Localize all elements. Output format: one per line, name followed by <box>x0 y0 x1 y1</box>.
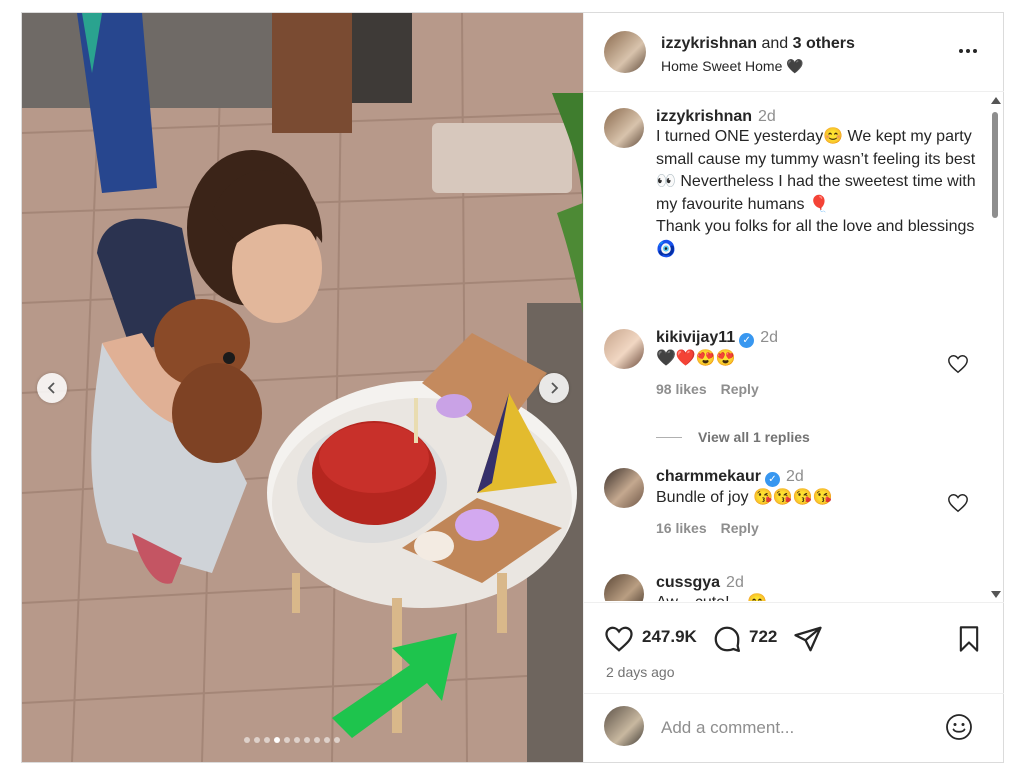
carousel-next-button[interactable] <box>539 373 569 403</box>
post-header: izzykrishnan and 3 others Home Sweet Hom… <box>584 13 1004 92</box>
caption-avatar[interactable] <box>604 108 644 148</box>
carousel-dot <box>284 737 290 743</box>
add-comment-bar <box>584 693 1004 762</box>
comment-time[interactable]: 2d <box>786 468 804 485</box>
replies-divider <box>656 436 682 438</box>
current-user-avatar <box>604 706 644 746</box>
share-icon[interactable] <box>793 624 823 654</box>
verified-icon: ✓ <box>739 333 755 348</box>
post-modal: izzykrishnan and 3 others Home Sweet Hom… <box>21 12 1004 763</box>
more-options-icon[interactable] <box>956 41 980 61</box>
reply-button[interactable]: Reply <box>721 520 759 536</box>
comment-text: 🖤❤️😍😍 <box>656 350 736 367</box>
carousel-dot <box>274 737 280 743</box>
comment-text: Bundle of joy 😘😘😘😘 <box>656 489 833 506</box>
reply-button[interactable]: Reply <box>721 381 759 397</box>
photo-illustration <box>22 13 583 762</box>
like-count[interactable]: 247.9K <box>642 627 697 647</box>
carousel-dot <box>264 737 270 743</box>
author-info: izzykrishnan and 3 others Home Sweet Hom… <box>661 33 855 77</box>
carousel-previous-button[interactable] <box>37 373 67 403</box>
scroll-thumb[interactable] <box>992 112 998 218</box>
commenter-avatar[interactable] <box>604 468 644 508</box>
comment-time[interactable]: 2d <box>760 329 778 346</box>
carousel-dot <box>304 737 310 743</box>
carousel-dot <box>314 737 320 743</box>
comment-username[interactable]: cussgya <box>656 574 720 591</box>
chevron-left-icon <box>47 382 55 394</box>
caption-time[interactable]: 2d <box>758 108 776 125</box>
caption-text: I turned ONE yesterday😊 We kept my party… <box>656 128 976 213</box>
carousel-dot <box>334 737 340 743</box>
post-photo[interactable] <box>22 13 583 762</box>
caption-username[interactable]: izzykrishnan <box>656 108 752 125</box>
view-replies-button[interactable]: View all 1 replies <box>656 429 810 445</box>
view-replies-label: View all 1 replies <box>698 429 810 445</box>
comment-username[interactable]: kikivijay11 <box>656 329 735 346</box>
verified-icon: ✓ <box>764 472 780 487</box>
caption-text-2: Thank you folks for all the love and ble… <box>656 218 975 258</box>
carousel-dot <box>254 737 260 743</box>
like-comment-heart-icon[interactable] <box>947 353 969 375</box>
carousel-dot <box>244 737 250 743</box>
carousel-dot <box>324 737 330 743</box>
emoji-icon[interactable] <box>944 712 974 742</box>
commenter-avatar[interactable] <box>604 574 644 601</box>
collab-and-text: and <box>761 35 789 52</box>
post-date[interactable]: 2 days ago <box>606 664 675 680</box>
comment-input[interactable] <box>661 716 931 740</box>
comment-username[interactable]: charmmekaur <box>656 468 761 485</box>
post-sidebar: izzykrishnan and 3 others Home Sweet Hom… <box>583 13 1004 762</box>
comment-time[interactable]: 2d <box>726 574 744 591</box>
comment-count[interactable]: 722 <box>749 627 777 647</box>
comment-likes[interactable]: 98 likes <box>656 381 707 397</box>
comment-likes[interactable]: 16 likes <box>656 520 707 536</box>
post-actions: 247.9K 722 2 days ago <box>584 602 1004 692</box>
collab-others-link[interactable]: 3 others <box>793 35 855 52</box>
comments-section[interactable]: izzykrishnan 2d I turned ONE yesterday😊 W… <box>584 93 1004 601</box>
commenter-avatar[interactable] <box>604 329 644 369</box>
carousel-indicator <box>244 737 340 743</box>
bookmark-icon[interactable] <box>955 624 983 654</box>
carousel-dot <box>294 737 300 743</box>
author-avatar[interactable] <box>604 31 646 73</box>
comment-icon[interactable] <box>712 624 742 654</box>
post-location[interactable]: Home Sweet Home 🖤 <box>661 56 855 77</box>
scroll-down-arrow-icon[interactable] <box>991 591 1001 598</box>
author-username[interactable]: izzykrishnan <box>661 35 757 52</box>
comments-scrollbar[interactable] <box>989 97 1001 601</box>
like-comment-heart-icon[interactable] <box>947 492 969 514</box>
like-heart-icon[interactable] <box>604 624 634 654</box>
chevron-right-icon <box>551 382 559 394</box>
comment-text: Aw... cute! ...😊 <box>656 592 976 601</box>
scroll-up-arrow-icon[interactable] <box>991 97 1001 104</box>
